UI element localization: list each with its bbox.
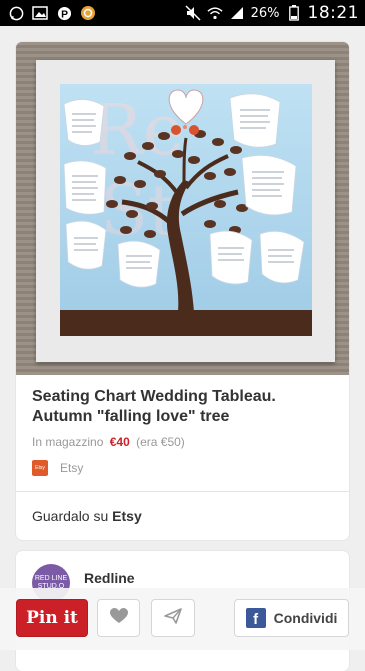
battery-icon <box>286 5 302 21</box>
action-bar: Pin it f Condividi <box>0 588 365 650</box>
svg-text:P: P <box>61 9 68 20</box>
like-button[interactable] <box>97 599 140 637</box>
visit-prefix: Guardalo su <box>32 508 109 524</box>
whatsapp-icon <box>8 5 24 21</box>
mute-icon <box>185 5 201 21</box>
source-row[interactable]: Etsy Etsy <box>32 460 83 476</box>
source-name: Etsy <box>60 461 84 475</box>
share-button[interactable]: f Condividi <box>234 599 349 637</box>
stock-status: In magazzino <box>32 435 104 449</box>
battery-percent: 26% <box>250 5 280 21</box>
original-price: (era €50) <box>136 435 185 449</box>
visit-site-name: Etsy <box>112 508 142 524</box>
pin-card: Re St Seating Chart Wedding Tableau. Aut… <box>16 42 349 540</box>
signal-icon <box>229 5 245 21</box>
pin-image[interactable]: Re St <box>16 42 349 375</box>
visit-site-link[interactable]: Guardalo su Etsy <box>32 508 142 524</box>
seating-chart-artwork: Re St <box>60 84 312 336</box>
picture-frame: Re St <box>36 60 335 362</box>
pin-it-button[interactable]: Pin it <box>16 599 88 637</box>
divider <box>16 491 349 492</box>
pinterest-icon: P <box>56 5 72 21</box>
price-row: In magazzino €40 (era €50) <box>32 435 185 449</box>
pin-title[interactable]: Seating Chart Wedding Tableau. Autumn "f… <box>32 387 332 427</box>
price: €40 <box>109 435 130 449</box>
wifi-icon <box>207 5 223 21</box>
clock: 18:21 <box>307 3 359 23</box>
app-icon <box>80 5 96 21</box>
pin-it-label: Pin it <box>26 608 78 628</box>
pinner-name[interactable]: Redline <box>84 570 135 586</box>
send-icon <box>164 607 182 629</box>
etsy-icon: Etsy <box>32 460 48 476</box>
send-button[interactable] <box>151 599 195 637</box>
gallery-icon <box>32 5 48 21</box>
status-bar: P 26% 18:21 <box>0 0 365 26</box>
facebook-icon: f <box>245 608 266 628</box>
share-label: Condividi <box>273 610 338 626</box>
heart-icon <box>109 607 128 629</box>
